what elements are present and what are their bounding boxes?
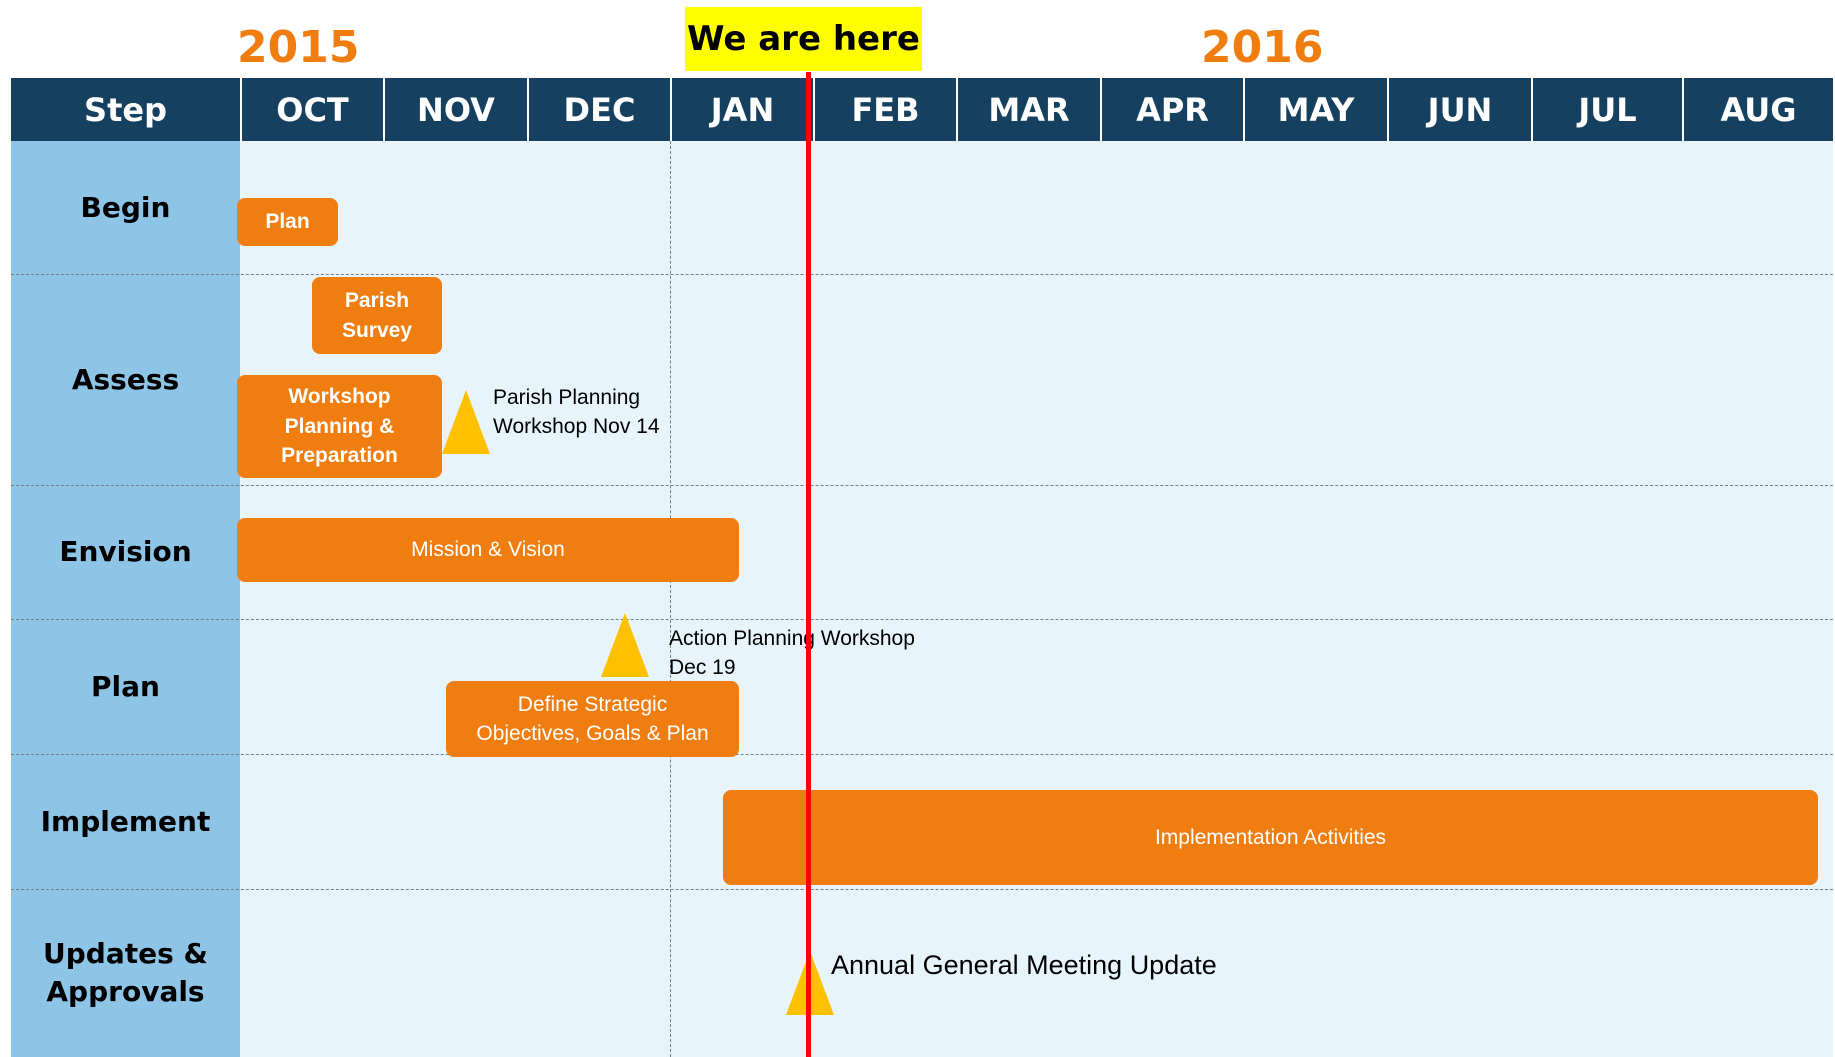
month-header-jun: JUN [1387, 78, 1531, 141]
activity-plan: Plan [237, 198, 338, 246]
step-implement: Implement [40, 804, 211, 838]
month-header-jan: JAN [670, 78, 813, 141]
timeline-grid [240, 141, 1833, 1057]
month-header-nov: NOV [383, 78, 527, 141]
month-header-feb: FEB [813, 78, 956, 141]
milestone-triangle-icon [442, 390, 490, 454]
row-divider [11, 619, 1833, 620]
month-header-aug: AUG [1682, 78, 1833, 141]
row-divider [11, 274, 1833, 275]
year-2016-label: 2016 [1201, 22, 1324, 73]
milestone-annual-meeting-label: Annual General Meeting Update [831, 950, 1217, 980]
month-header-oct: OCT [240, 78, 383, 141]
step-begin: Begin [80, 190, 171, 224]
milestone-triangle-icon [601, 613, 649, 677]
step-plan: Plan [91, 669, 160, 703]
year-boundary-line [670, 141, 671, 1057]
month-header-dec: DEC [527, 78, 670, 141]
we-are-here-label: We are here [685, 7, 922, 71]
milestone-parish-workshop-label: Parish Planning Workshop Nov 14 [493, 386, 660, 439]
step-column-header: Step [84, 90, 167, 129]
activity-parish-survey: Parish Survey [312, 277, 442, 354]
step-assess: Assess [71, 362, 180, 396]
month-header-may: MAY [1243, 78, 1387, 141]
month-header-jul: JUL [1531, 78, 1682, 141]
row-divider [11, 485, 1833, 486]
year-2015-label: 2015 [237, 22, 360, 73]
activity-workshop-preparation: Workshop Planning & Preparation [237, 375, 442, 478]
milestone-action-workshop-label: Action Planning Workshop Dec 19 [669, 627, 915, 680]
step-updates-approvals: Updates & Approvals [43, 937, 208, 1008]
month-header-mar: MAR [956, 78, 1100, 141]
row-divider [11, 889, 1833, 890]
current-date-line [806, 72, 811, 1057]
row-divider [11, 754, 1833, 755]
activity-define-strategic-objectives: Define Strategic Objectives, Goals & Pla… [446, 681, 739, 757]
activity-mission-vision: Mission & Vision [237, 518, 739, 582]
activity-implementation: Implementation Activities [723, 790, 1818, 885]
step-envision: Envision [59, 535, 192, 569]
month-header-apr: APR [1100, 78, 1243, 141]
